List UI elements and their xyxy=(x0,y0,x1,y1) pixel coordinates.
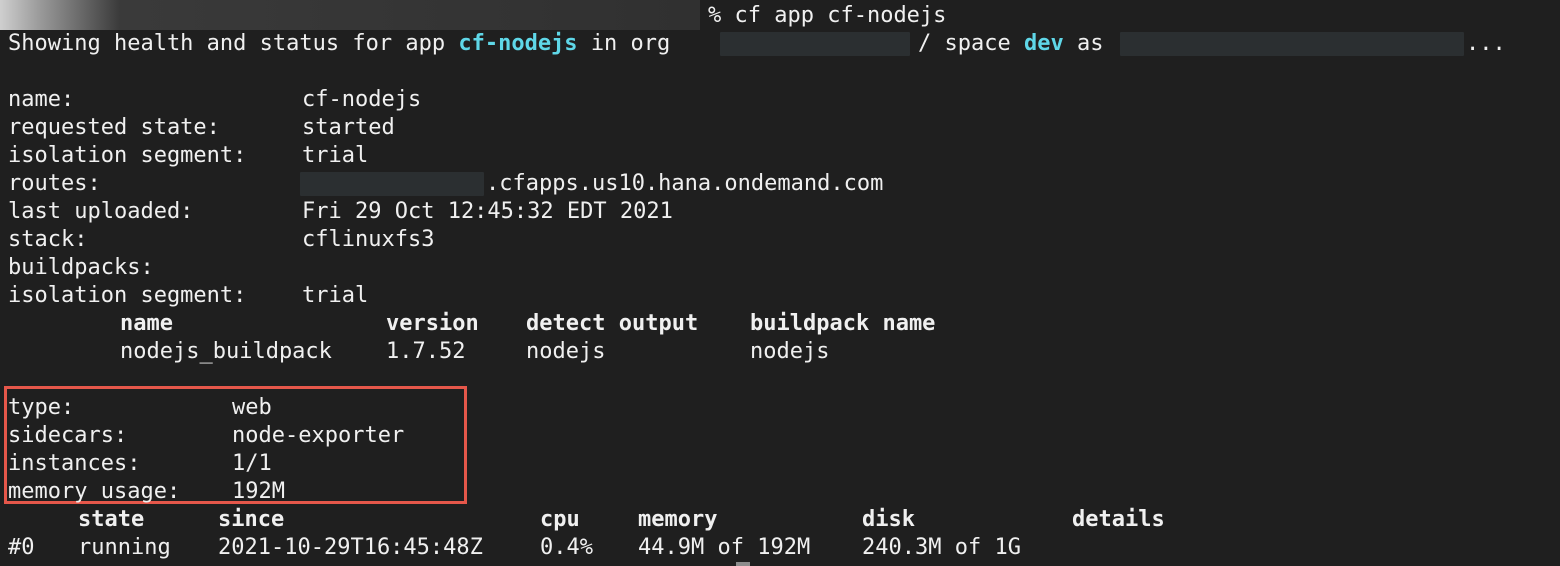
bp-row-detect-output: nodejs xyxy=(526,339,606,364)
inst-row-disk: 240.3M of 1G xyxy=(862,535,1021,560)
space-segment: / space dev as xyxy=(918,30,1103,58)
bp-header-detect-output: detect output xyxy=(526,311,699,336)
app-name-highlight: cf-nodejs xyxy=(458,31,578,56)
process-type-label: type: xyxy=(8,395,75,420)
bp-header-buildpack-name: buildpack name xyxy=(750,311,936,336)
process-sidecars-label: sidecars: xyxy=(8,423,128,448)
info-stack-label: stack: xyxy=(8,227,88,252)
space-separator: / space xyxy=(918,31,1011,56)
status-prefix: Showing health and status for app xyxy=(8,31,446,56)
process-memory-usage-value: 192M xyxy=(232,479,285,504)
inst-header-details: details xyxy=(1072,507,1165,532)
bp-header-name: name xyxy=(120,311,173,336)
status-line: Showing health and status for app cf-nod… xyxy=(8,30,670,58)
info-routes-domain: .cfapps.us10.hana.ondemand.com xyxy=(486,171,884,196)
bp-row-name: nodejs_buildpack xyxy=(120,339,332,364)
inst-header-disk: disk xyxy=(862,507,915,532)
info-requested-state-value: started xyxy=(302,115,395,140)
bp-row-buildpack-name: nodejs xyxy=(750,339,830,364)
redacted-route-host xyxy=(300,172,484,196)
info-isolation-segment-2-label: isolation segment: xyxy=(8,283,247,308)
process-memory-usage-label: memory usage: xyxy=(8,479,181,504)
info-last-uploaded-value: Fri 29 Oct 12:45:32 EDT 2021 xyxy=(302,199,673,224)
info-requested-state-label: requested state: xyxy=(8,115,220,140)
space-name-highlight: dev xyxy=(1023,31,1064,56)
redacted-prompt-bar xyxy=(0,0,700,30)
bp-row-version: 1.7.52 xyxy=(386,339,466,364)
prompt-symbol: % xyxy=(708,3,722,28)
bp-header-version: version xyxy=(386,311,479,336)
info-stack-value: cflinuxfs3 xyxy=(302,227,435,252)
info-name-value: cf-nodejs xyxy=(302,87,422,112)
inst-header-cpu: cpu xyxy=(540,507,580,532)
inst-row-cpu: 0.4% xyxy=(540,535,593,560)
inst-row-since: 2021-10-29T16:45:48Z xyxy=(218,535,483,560)
process-type-value: web xyxy=(232,395,272,420)
process-instances-label: instances: xyxy=(8,451,141,476)
status-ellipsis: ... xyxy=(1466,31,1506,56)
info-name-label: name: xyxy=(8,87,75,112)
inst-header-since: since xyxy=(218,507,285,532)
inst-header-state: state xyxy=(78,507,145,532)
info-buildpacks-label: buildpacks: xyxy=(8,255,154,280)
redacted-org xyxy=(720,32,910,56)
redacted-user xyxy=(1120,32,1464,56)
info-isolation-segment-label: isolation segment: xyxy=(8,143,247,168)
inst-row-state: running xyxy=(78,535,171,560)
as-text: as xyxy=(1076,31,1104,56)
in-org-text: in org xyxy=(590,31,671,56)
text-cursor xyxy=(736,562,750,566)
info-last-uploaded-label: last uploaded: xyxy=(8,199,194,224)
info-routes-label: routes: xyxy=(8,171,101,196)
info-isolation-segment-value: trial xyxy=(302,143,369,168)
process-instances-value: 1/1 xyxy=(232,451,272,476)
inst-row-index: #0 xyxy=(8,535,35,560)
command-text: cf app cf-nodejs xyxy=(734,3,947,28)
process-sidecars-value: node-exporter xyxy=(232,423,405,448)
command-line: % cf app cf-nodejs xyxy=(708,2,946,30)
inst-row-memory: 44.9M of 192M xyxy=(638,535,811,560)
info-isolation-segment-2-value: trial xyxy=(302,283,369,308)
inst-header-memory: memory xyxy=(638,507,718,532)
